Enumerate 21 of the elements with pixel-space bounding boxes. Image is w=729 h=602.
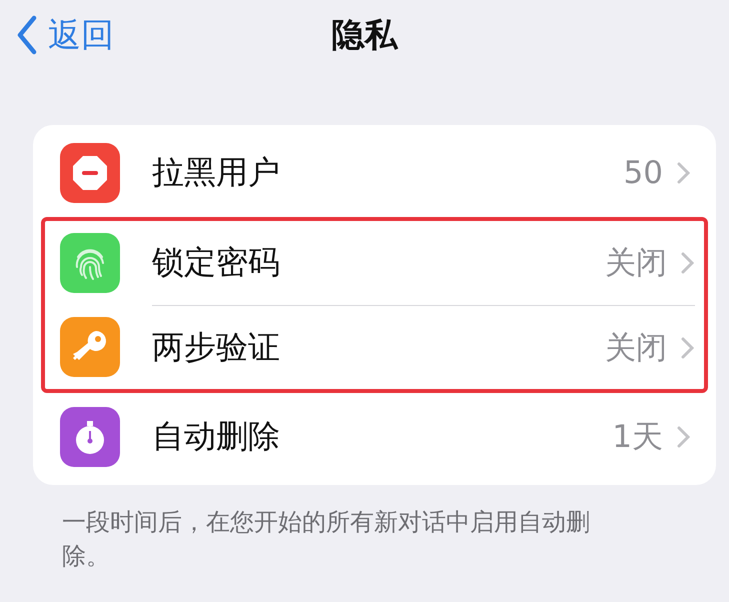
chevron-icon [681, 252, 695, 274]
row-value: 1天 [612, 418, 663, 457]
settings-row[interactable]: 拉黑用户 50 [33, 129, 716, 217]
row-label: 锁定密码 [152, 242, 281, 283]
row-value: 关闭 [605, 328, 667, 368]
stop-sign-icon [70, 153, 110, 193]
chevron-icon [681, 336, 695, 358]
chevron-icon [677, 162, 691, 184]
settings-row[interactable]: 两步验证 关闭 [45, 305, 704, 389]
row-label: 拉黑用户 [152, 152, 281, 193]
chevron-icon [677, 426, 691, 448]
footer-note: 一段时间后，在您开始的所有新对话中启用自动删除。 [62, 507, 591, 572]
back-chevron-icon [16, 15, 38, 55]
page-title: 隐私 [332, 14, 398, 56]
settings-row[interactable]: 锁定密码 关闭 [45, 221, 704, 305]
back-button[interactable]: 返回 [16, 12, 332, 58]
row-value: 关闭 [605, 244, 667, 283]
settings-row[interactable]: 自动删除 1天 [33, 393, 716, 481]
row-value: 50 [624, 155, 663, 191]
row-label: 自动删除 [152, 416, 281, 457]
row-label: 两步验证 [152, 326, 281, 368]
